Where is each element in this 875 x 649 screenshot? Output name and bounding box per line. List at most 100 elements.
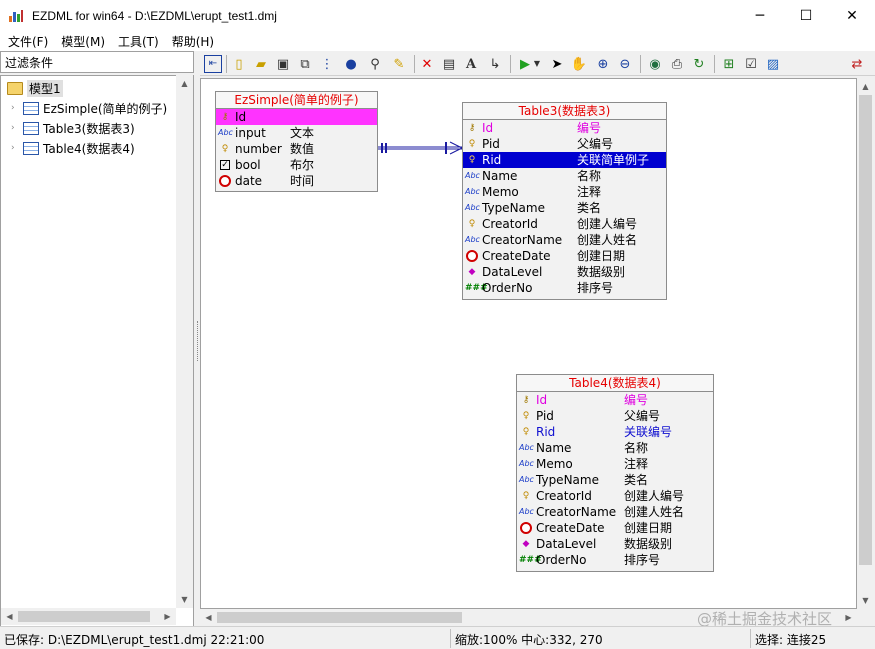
zoom-in-icon[interactable]: ⊕ (594, 55, 612, 73)
field-row[interactable]: Abc Name 名称 (517, 440, 713, 456)
scroll-right-icon[interactable]: ▶ (840, 609, 857, 626)
menu-help[interactable]: 帮助(H) (166, 33, 221, 50)
open-icon[interactable]: ▰ (252, 55, 270, 73)
highlight-icon[interactable]: ✎ (390, 55, 408, 73)
field-name: Rid (536, 425, 556, 439)
field-row[interactable]: Abc CreatorName 创建人姓名 (463, 232, 666, 248)
folder-icon (7, 82, 23, 95)
field-row[interactable]: Abc Name 名称 (463, 168, 666, 184)
zoom-out-icon[interactable]: ⊖ (616, 55, 634, 73)
maximize-button[interactable]: ☐ (783, 0, 829, 31)
field-row[interactable]: ♀ CreatorId 创建人编号 (517, 488, 713, 504)
scroll-thumb[interactable] (217, 612, 462, 623)
field-row[interactable]: ♀ CreatorId 创建人编号 (463, 216, 666, 232)
scroll-up-icon[interactable]: ▲ (176, 75, 193, 92)
field-row[interactable]: Abc TypeName 类名 (463, 200, 666, 216)
field-row-selected[interactable]: ♀ Rid 关联简单例子 (463, 152, 666, 168)
entity-table4[interactable]: Table4(数据表4) ⚷ Id 编号 ♀ Pid 父编号 ♀ Rid 关联编… (516, 374, 714, 572)
field-name: Name (536, 441, 572, 455)
field-row[interactable]: ◆ DataLevel 数据级别 (517, 536, 713, 552)
text-icon[interactable]: A (462, 55, 480, 73)
field-row[interactable]: CreateDate 创建日期 (463, 248, 666, 264)
scroll-right-icon[interactable]: ▶ (159, 608, 176, 625)
table-icon[interactable]: ▤ (440, 55, 458, 73)
field-row[interactable]: ⚷ Id (216, 109, 377, 125)
scroll-down-icon[interactable]: ▼ (857, 592, 874, 609)
add-table-icon[interactable]: ⊞ (720, 55, 738, 73)
new-icon[interactable]: ▯ (230, 55, 248, 73)
field-row[interactable]: ♀ Pid 父编号 (463, 136, 666, 152)
toggle-panel-icon[interactable]: ⇤ (204, 55, 222, 73)
refresh-icon[interactable]: ↻ (690, 55, 708, 73)
field-row[interactable]: Abc input 文本 (216, 125, 377, 141)
expand-icon[interactable]: › (11, 123, 21, 133)
tree-item-ezsimple[interactable]: › EzSimple(简单的例子) (11, 99, 167, 117)
field-row[interactable]: CreateDate 创建日期 (517, 520, 713, 536)
switch-icon[interactable]: ⇄ (848, 55, 866, 73)
field-row[interactable]: ### OrderNo 排序号 (517, 552, 713, 568)
print-icon[interactable]: ⎙ (668, 55, 686, 73)
minimize-button[interactable]: ─ (737, 0, 783, 31)
save-icon[interactable]: ▣ (274, 55, 292, 73)
entity-ezsimple[interactable]: EzSimple(简单的例子) ⚷ Id Abc input 文本 ♀ numb… (215, 91, 378, 192)
tree-icon[interactable]: ⋮ (318, 55, 336, 73)
field-row[interactable]: ✓ bool 布尔 (216, 157, 377, 173)
bulb-icon: ♀ (522, 411, 530, 421)
view-icon[interactable]: ◉ (646, 55, 664, 73)
scroll-thumb[interactable] (859, 95, 872, 565)
field-label: 类名 (624, 473, 649, 487)
field-row[interactable]: Abc CreatorName 创建人姓名 (517, 504, 713, 520)
pointer-icon[interactable]: ➤ (548, 55, 566, 73)
tree-item-table4[interactable]: › Table4(数据表4) (11, 139, 135, 157)
field-row[interactable]: ### OrderNo 排序号 (463, 280, 666, 296)
field-label: 数值 (290, 142, 315, 156)
close-button[interactable]: ✕ (829, 0, 875, 31)
status-zoom: 缩放:100% 中心:332, 270 (455, 633, 603, 647)
field-label: 创建人编号 (624, 489, 685, 503)
find-icon[interactable]: ⚲ (366, 55, 384, 73)
field-row[interactable]: ♀ Rid 关联编号 (517, 424, 713, 440)
expand-icon[interactable]: › (11, 103, 21, 113)
field-row[interactable]: ♀ number 数值 (216, 141, 377, 157)
field-row[interactable]: Abc TypeName 类名 (517, 472, 713, 488)
field-label: 创建人姓名 (577, 233, 638, 247)
entity-table3[interactable]: Table3(数据表3) ⚷ Id 编号 ♀ Pid 父编号 ♀ Rid 关联简… (462, 102, 667, 300)
canvas-vertical-scrollbar[interactable]: ▲ ▼ (857, 78, 874, 609)
globe-icon[interactable]: ● (342, 55, 360, 73)
field-row[interactable]: ♀ Pid 父编号 (517, 408, 713, 424)
scroll-down-icon[interactable]: ▼ (176, 591, 193, 608)
field-row[interactable]: Abc Memo 注释 (517, 456, 713, 472)
scroll-up-icon[interactable]: ▲ (857, 78, 874, 95)
tree-item-table3[interactable]: › Table3(数据表3) (11, 119, 135, 137)
menu-tools[interactable]: 工具(T) (112, 33, 166, 50)
diagram-canvas[interactable]: EzSimple(简单的例子) ⚷ Id Abc input 文本 ♀ numb… (200, 78, 857, 609)
field-row[interactable]: date 时间 (216, 173, 377, 189)
abc-icon: Abc (465, 235, 480, 244)
scroll-left-icon[interactable]: ◀ (200, 609, 217, 626)
scroll-thumb[interactable] (18, 611, 150, 622)
scroll-left-icon[interactable]: ◀ (1, 608, 18, 625)
field-row[interactable]: ◆ DataLevel 数据级别 (463, 264, 666, 280)
dropdown-icon[interactable]: ▼ (532, 55, 542, 73)
tree-vertical-scrollbar[interactable]: ▲ ▼ (176, 75, 193, 608)
link-icon[interactable]: ↳ (486, 55, 504, 73)
field-label: 名称 (624, 441, 649, 455)
tree-horizontal-scrollbar[interactable]: ◀ ▶ (1, 608, 176, 625)
menu-model[interactable]: 模型(M) (55, 33, 112, 50)
table-icon (23, 101, 39, 115)
delete-icon[interactable]: ✕ (418, 55, 436, 73)
pan-icon[interactable]: ✋ (570, 55, 588, 73)
field-row[interactable]: Abc Memo 注释 (463, 184, 666, 200)
relationship-connector[interactable] (378, 141, 463, 155)
expand-icon[interactable]: › (11, 143, 21, 153)
field-row[interactable]: ⚷ Id 编号 (517, 392, 713, 408)
tree-root-model[interactable]: 模型1 (7, 80, 63, 97)
image-icon[interactable]: ▨ (764, 55, 782, 73)
field-row[interactable]: ⚷ Id 编号 (463, 120, 666, 136)
copy-icon[interactable]: ⧉ (296, 55, 314, 73)
field-name: TypeName (482, 201, 545, 215)
properties-icon[interactable]: ☑ (742, 55, 760, 73)
field-label: 创建日期 (624, 521, 673, 535)
menu-file[interactable]: 文件(F) (2, 33, 55, 50)
filter-input[interactable]: 过滤条件 (0, 51, 194, 73)
